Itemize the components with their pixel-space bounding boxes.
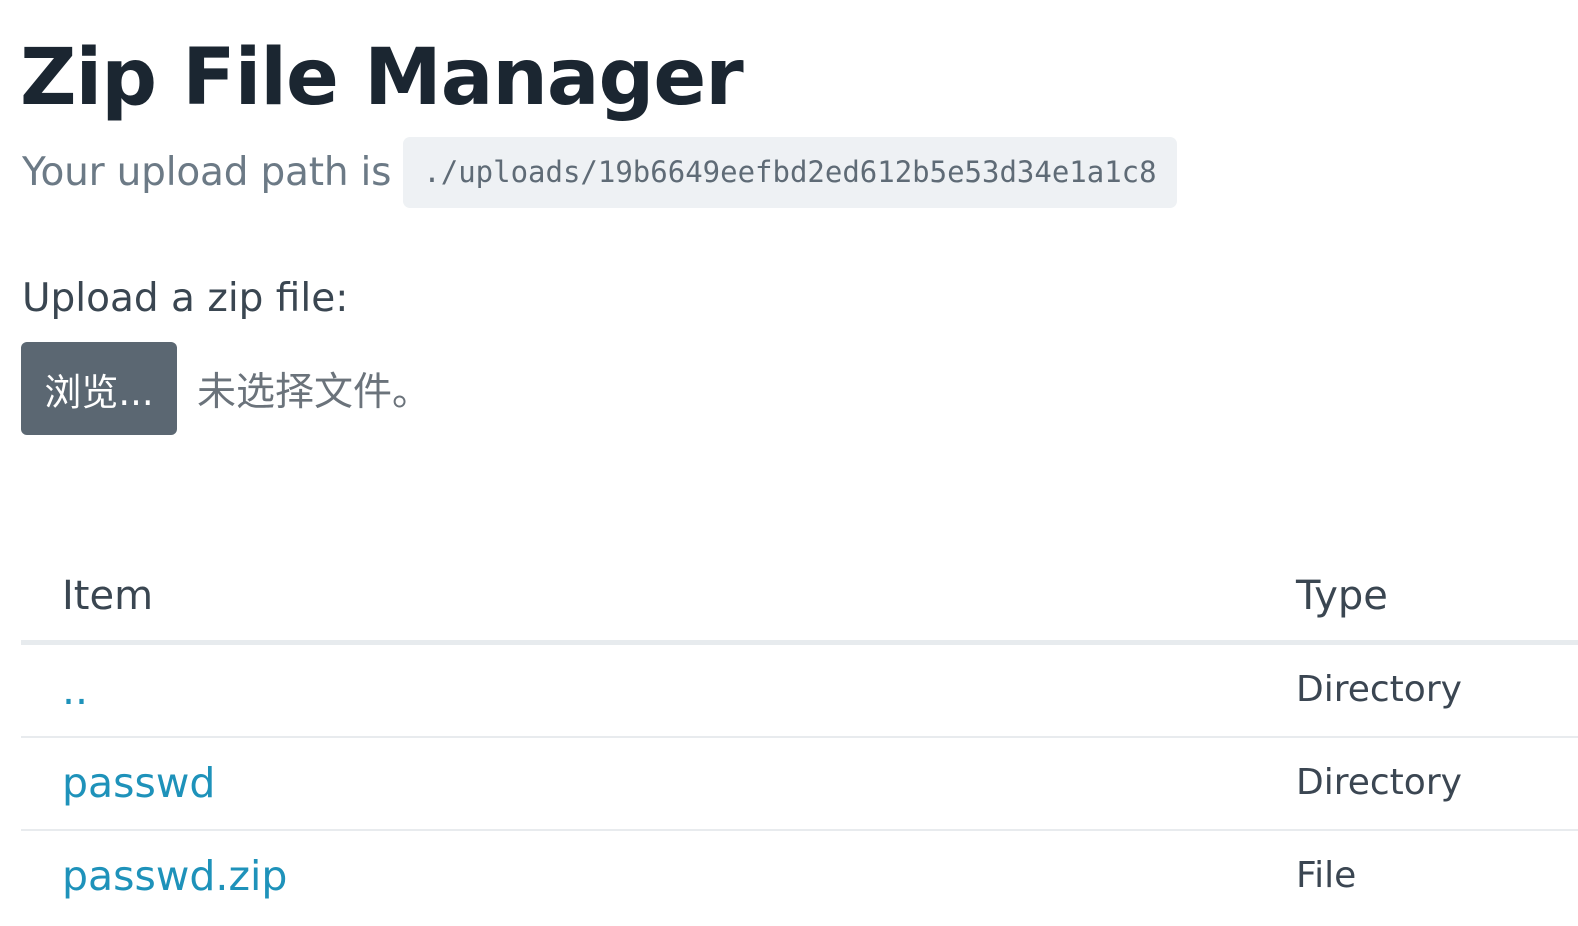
item-type: Directory bbox=[1296, 762, 1462, 803]
file-table: Item Type .. Directory passwd Directory … bbox=[21, 548, 1578, 922]
upload-path-code: ./uploads/19b6649eefbd2ed612b5e53d34e1a1… bbox=[403, 137, 1177, 208]
column-header-type: Type bbox=[1296, 573, 1388, 619]
browse-button[interactable]: 浏览... bbox=[21, 342, 177, 435]
column-header-item: Item bbox=[62, 573, 154, 619]
upload-zip-label: Upload a zip file: bbox=[22, 276, 349, 321]
table-header: Item Type bbox=[21, 548, 1578, 645]
item-link-passwd-zip[interactable]: passwd.zip bbox=[62, 831, 287, 921]
item-type: Directory bbox=[1296, 669, 1462, 710]
file-input[interactable]: 浏览... 未选择文件。 bbox=[21, 342, 431, 435]
upload-path-label: Your upload path is bbox=[22, 150, 392, 195]
upload-path-line: Your upload path is ./uploads/19b6649eef… bbox=[22, 137, 1177, 208]
no-file-selected-text: 未选择文件。 bbox=[197, 369, 432, 415]
page: Zip File Manager Your upload path is ./u… bbox=[0, 0, 1578, 926]
table-row: .. Directory bbox=[21, 645, 1578, 738]
page-title: Zip File Manager bbox=[20, 33, 744, 123]
item-type: File bbox=[1296, 855, 1357, 896]
item-link-parent-directory[interactable]: .. bbox=[62, 645, 88, 735]
table-row: passwd.zip File bbox=[21, 831, 1578, 922]
item-link-passwd[interactable]: passwd bbox=[62, 738, 215, 828]
table-row: passwd Directory bbox=[21, 738, 1578, 831]
